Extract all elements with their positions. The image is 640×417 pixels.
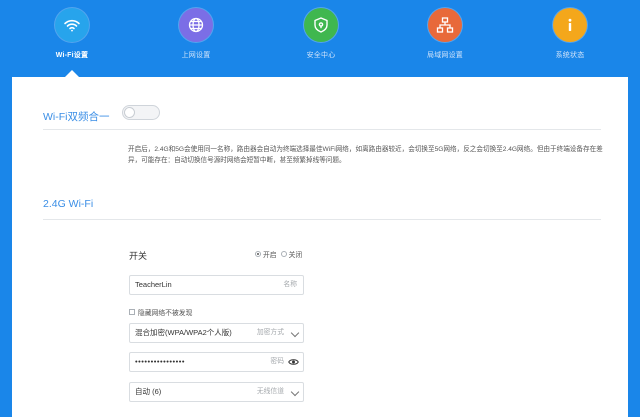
chevron-down-icon bbox=[290, 328, 300, 338]
active-tab-pointer bbox=[65, 70, 79, 77]
toggle-knob bbox=[124, 107, 135, 118]
nav-label-internet-settings: 上网设置 bbox=[181, 52, 211, 59]
network-icon bbox=[428, 8, 462, 42]
nav-label-lan-settings: 局域网设置 bbox=[427, 52, 463, 59]
password-input[interactable]: •••••••••••••••• bbox=[135, 353, 255, 371]
nav-item-lan-settings[interactable]: 局域网设置 bbox=[405, 8, 485, 60]
info-icon bbox=[553, 8, 587, 42]
switch-radio-group: 开启 关闭 bbox=[255, 249, 306, 259]
radio-on-label[interactable]: 开启 bbox=[263, 249, 277, 259]
nav-label-security-center: 安全中心 bbox=[306, 52, 336, 59]
ssid-field: 名称 bbox=[129, 275, 304, 295]
encryption-select[interactable]: 混合加密(WPA/WPA2个人版) 加密方式 bbox=[129, 323, 304, 343]
shield-icon bbox=[304, 8, 338, 42]
dual-band-toggle[interactable] bbox=[122, 105, 160, 120]
dual-band-description: 开启后，2.4G和5G会使用同一名称，路由器会自动为终端选择最佳WiFi网络，如… bbox=[128, 146, 603, 164]
ssid-input[interactable] bbox=[135, 276, 255, 294]
radio-on[interactable] bbox=[255, 251, 261, 257]
password-hint: 密码 bbox=[270, 358, 284, 365]
nav-item-internet-settings[interactable]: 上网设置 bbox=[156, 8, 236, 60]
nav-item-security-center[interactable]: 安全中心 bbox=[281, 8, 361, 60]
ssid-hint: 名称 bbox=[283, 281, 297, 288]
nav-label-wifi-settings: Wi-Fi设置 bbox=[55, 52, 89, 59]
chevron-down-icon bbox=[290, 387, 300, 397]
divider bbox=[43, 129, 601, 130]
top-nav: Wi-Fi设置 上网设置 安全中心 局域网设置 系统状态 bbox=[0, 0, 640, 80]
wifi-icon bbox=[55, 8, 89, 42]
globe-icon bbox=[179, 8, 213, 42]
dual-band-title: Wi-Fi双频合一 bbox=[43, 111, 110, 123]
radio-off[interactable] bbox=[280, 251, 287, 257]
eye-icon[interactable] bbox=[288, 357, 299, 367]
hide-network-checkbox[interactable] bbox=[129, 309, 135, 315]
channel-hint: 无线信道 bbox=[256, 388, 284, 395]
hide-network-label[interactable]: 隐藏网络不被发现 bbox=[138, 307, 192, 317]
wifi-24g-title: 2.4G Wi-Fi bbox=[43, 198, 94, 210]
radio-off-label[interactable]: 关闭 bbox=[289, 249, 303, 259]
channel-value: 自动 (6) bbox=[135, 387, 162, 396]
nav-item-system-status[interactable]: 系统状态 bbox=[530, 8, 610, 60]
password-field: •••••••••••••••• 密码 bbox=[129, 352, 304, 372]
hide-network-row: 隐藏网络不被发现 bbox=[129, 307, 192, 317]
divider bbox=[43, 219, 601, 220]
switch-label: 开关 bbox=[129, 251, 148, 261]
channel-select[interactable]: 自动 (6) 无线信道 bbox=[129, 382, 304, 402]
encryption-value: 混合加密(WPA/WPA2个人版) bbox=[135, 328, 232, 337]
encryption-hint: 加密方式 bbox=[256, 329, 284, 336]
nav-item-wifi-settings[interactable]: Wi-Fi设置 bbox=[32, 8, 112, 60]
settings-panel: Wi-Fi双频合一 开启后，2.4G和5G会使用同一名称，路由器会自动为终端选择… bbox=[12, 77, 628, 417]
nav-label-system-status: 系统状态 bbox=[555, 52, 585, 59]
